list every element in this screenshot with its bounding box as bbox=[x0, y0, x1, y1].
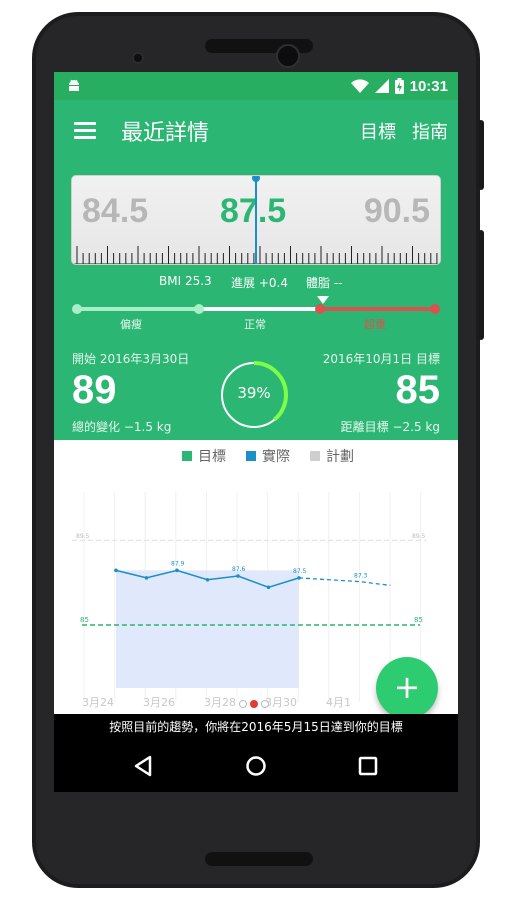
actual-point bbox=[175, 568, 179, 573]
page-dot-active[interactable] bbox=[250, 700, 258, 708]
status-time: 10:31 bbox=[409, 77, 448, 95]
ruler-left-value: 84.5 bbox=[82, 192, 149, 230]
actual-point bbox=[236, 574, 240, 578]
goal-date: 2016年10月1日 目標 bbox=[322, 352, 440, 366]
remaining-to-goal: 距離目標 −2.5 kg bbox=[340, 420, 440, 434]
wifi-icon bbox=[350, 79, 369, 93]
bmi-dot bbox=[315, 304, 325, 314]
ruler-needle-knob[interactable] bbox=[252, 176, 260, 182]
plus-icon: + bbox=[393, 668, 421, 706]
actual-point-label: 87.9 bbox=[171, 560, 185, 567]
app-screen: 10:31 最近詳情 目標 指南 84.5 87.5 90.5 BMI 25.3… bbox=[54, 72, 458, 792]
page-dot[interactable] bbox=[239, 700, 247, 708]
bmi-dot bbox=[194, 304, 204, 314]
trend-message: 按照目前的趨勢，你將在2016年5月15日達到你的目標 bbox=[54, 714, 458, 740]
add-weight-button[interactable]: + bbox=[376, 657, 438, 719]
bmi-label-over: 超重 bbox=[364, 318, 386, 331]
page-indicator bbox=[239, 700, 273, 710]
page-dot[interactable] bbox=[261, 700, 269, 708]
bmi-label-under: 偏瘦 bbox=[120, 318, 142, 331]
actual-point bbox=[205, 577, 210, 582]
stats-line: BMI 25.3 進展 +0.4 體脂 -- bbox=[54, 274, 458, 292]
bmi-label-normal: 正常 bbox=[244, 318, 266, 331]
total-change: 總的變化 −1.5 kg bbox=[72, 420, 172, 434]
plan-series-line bbox=[298, 577, 391, 587]
home-icon[interactable] bbox=[242, 752, 270, 780]
progress-value: 進展 +0.4 bbox=[231, 276, 288, 290]
volume-button bbox=[478, 230, 484, 340]
bmi-under-segment bbox=[76, 307, 200, 311]
actual-range-area bbox=[116, 570, 299, 688]
progress-percent: 39% bbox=[237, 384, 271, 402]
status-icons: 10:31 bbox=[350, 76, 448, 96]
actual-point bbox=[266, 585, 271, 590]
battery-charging-icon bbox=[394, 78, 404, 94]
power-button bbox=[478, 120, 484, 190]
speaker-grille-bottom bbox=[205, 852, 313, 866]
bmi-dot bbox=[72, 304, 82, 314]
goal-line-label: 85 bbox=[414, 616, 423, 624]
ruler-current-value: 87.5 bbox=[220, 192, 287, 230]
x-tick-label: 3月24 bbox=[82, 696, 114, 709]
actual-point bbox=[114, 568, 118, 573]
reference-line-label: 89.5 bbox=[76, 533, 90, 540]
x-tick-label: 4月1 bbox=[326, 696, 351, 709]
menu-icon[interactable] bbox=[74, 122, 96, 140]
x-tick-label: 3月28 bbox=[204, 696, 236, 709]
android-notification-icon bbox=[69, 79, 79, 91]
bmi-dot bbox=[430, 304, 440, 314]
system-nav-bar bbox=[54, 740, 458, 792]
plan-point-label: 87.3 bbox=[354, 573, 368, 580]
x-tick-label: 3月26 bbox=[143, 696, 175, 709]
goal-line-label: 85 bbox=[80, 616, 89, 624]
page-title: 最近詳情 bbox=[121, 121, 210, 146]
back-icon[interactable] bbox=[130, 752, 158, 780]
bmi-over-segment bbox=[320, 307, 436, 311]
bmi-scale: 偏瘦 正常 超重 bbox=[72, 303, 440, 333]
front-camera bbox=[276, 44, 300, 68]
reference-line-label: 89.5 bbox=[412, 533, 426, 540]
start-weight: 89 bbox=[72, 368, 117, 412]
weight-ruler[interactable]: 84.5 87.5 90.5 bbox=[71, 175, 441, 265]
guide-button[interactable]: 指南 bbox=[412, 118, 448, 144]
bmi-value: BMI 25.3 bbox=[159, 274, 212, 288]
front-sensor bbox=[132, 52, 144, 64]
app-bar: 最近詳情 目標 指南 bbox=[54, 100, 458, 162]
target-weight: 85 bbox=[395, 368, 441, 412]
ruler-right-value: 90.5 bbox=[363, 192, 430, 230]
actual-point bbox=[144, 576, 149, 580]
cell-signal-icon bbox=[374, 79, 389, 93]
target-button[interactable]: 目標 bbox=[360, 118, 396, 144]
actual-point-label: 87.6 bbox=[232, 566, 246, 573]
bmi-normal-segment bbox=[200, 307, 320, 311]
body-fat-value: 體脂 -- bbox=[306, 276, 343, 290]
status-bar: 10:31 bbox=[54, 72, 458, 100]
ruler-needle[interactable] bbox=[255, 176, 257, 264]
recents-icon[interactable] bbox=[354, 752, 382, 780]
actual-point-label: 87.5 bbox=[293, 568, 307, 575]
start-date: 開始 2016年3月30日 bbox=[72, 352, 190, 366]
